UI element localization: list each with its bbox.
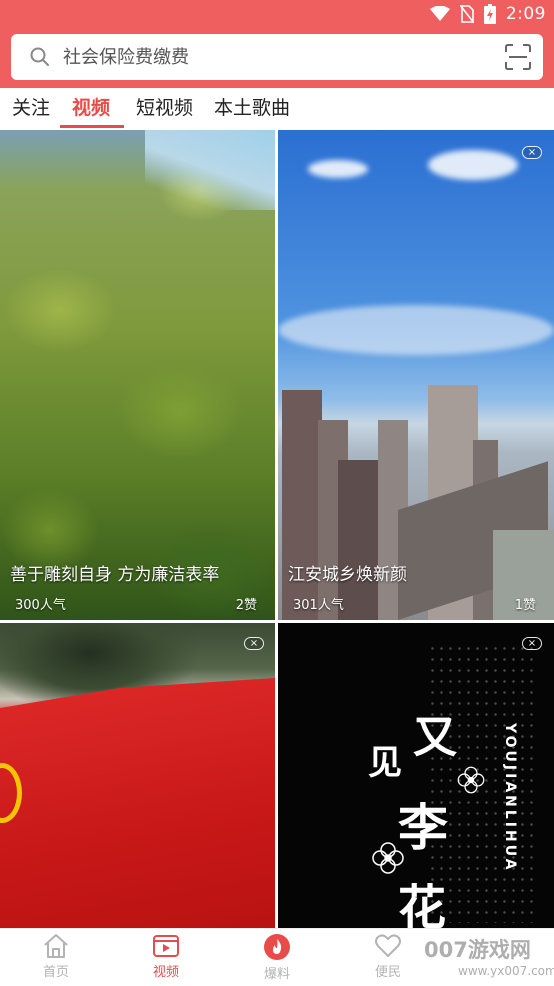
- tab-short-video[interactable]: 短视频: [136, 94, 193, 130]
- nav-home[interactable]: 首页: [16, 933, 96, 980]
- dismiss-icon[interactable]: ×: [244, 637, 264, 650]
- tab-follow[interactable]: 关注: [12, 94, 50, 130]
- cloud: [308, 160, 368, 178]
- video-likes: 1赞: [514, 598, 536, 613]
- no-sim-icon: [459, 5, 474, 23]
- building: [282, 390, 322, 620]
- search-bar[interactable]: [11, 34, 543, 80]
- nav-label: 便民: [374, 965, 401, 980]
- video-icon: [153, 935, 179, 957]
- dismiss-icon[interactable]: ×: [522, 637, 542, 650]
- tab-active-indicator: [60, 125, 124, 128]
- video-card[interactable]: 又 见 李 花 YOUJIANLIHUA ×: [278, 623, 554, 928]
- cloud: [278, 305, 554, 355]
- nav-label: 视频: [152, 965, 179, 980]
- home-icon: [44, 934, 68, 958]
- nav-label: 首页: [42, 965, 69, 980]
- search-input[interactable]: [63, 34, 483, 80]
- video-card[interactable]: 善于雕刻自身 方为廉洁表率 300人气 2赞: [0, 130, 275, 620]
- watermark-url: www.yx007.com: [458, 964, 554, 978]
- video-card[interactable]: ×: [0, 623, 275, 928]
- flower-icon: [372, 842, 404, 874]
- video-title: 江安城乡焕新颜: [288, 565, 407, 585]
- video-thumbnail-sky: [145, 130, 275, 210]
- video-grid: 善于雕刻自身 方为廉洁表率 300人气 2赞 × 江安城乡焕新颜 301人气 1…: [0, 130, 554, 928]
- poster-vertical-text: YOUJIANLIHUA: [502, 723, 518, 873]
- status-time: 2:09: [505, 4, 546, 24]
- heart-icon: [375, 934, 401, 957]
- video-views: 300人气: [15, 598, 66, 613]
- building: [338, 460, 378, 620]
- battery-icon: [483, 4, 496, 24]
- poster-character: 又: [413, 712, 457, 763]
- watermark: 007游戏网 www.yx007.com: [420, 930, 554, 986]
- video-views: 301人气: [293, 598, 344, 613]
- video-title: 善于雕刻自身 方为廉洁表率: [10, 565, 220, 585]
- tab-local-songs[interactable]: 本土歌曲: [214, 94, 290, 130]
- video-likes: 2赞: [235, 598, 257, 613]
- scan-icon[interactable]: [505, 44, 531, 70]
- red-flag: [0, 678, 275, 928]
- wifi-icon: [429, 6, 450, 21]
- cloud: [428, 150, 518, 180]
- fire-icon: [264, 934, 290, 960]
- nav-tips[interactable]: 爆料: [237, 933, 317, 982]
- video-card[interactable]: × 江安城乡焕新颜 301人气 1赞: [278, 130, 554, 620]
- poster-character: 见: [368, 743, 402, 783]
- tab-bar: 关注 视频 短视频 本土歌曲: [0, 88, 554, 130]
- nav-services[interactable]: 便民: [348, 933, 428, 980]
- nav-label: 爆料: [263, 967, 290, 982]
- nav-video[interactable]: 视频: [126, 933, 206, 980]
- search-icon: [30, 47, 49, 66]
- app-header: 2:09: [0, 0, 554, 88]
- status-bar: 2:09: [0, 0, 554, 28]
- watermark-title: 007游戏网: [424, 938, 531, 962]
- dismiss-icon[interactable]: ×: [522, 146, 542, 159]
- flower-icon: [457, 766, 485, 794]
